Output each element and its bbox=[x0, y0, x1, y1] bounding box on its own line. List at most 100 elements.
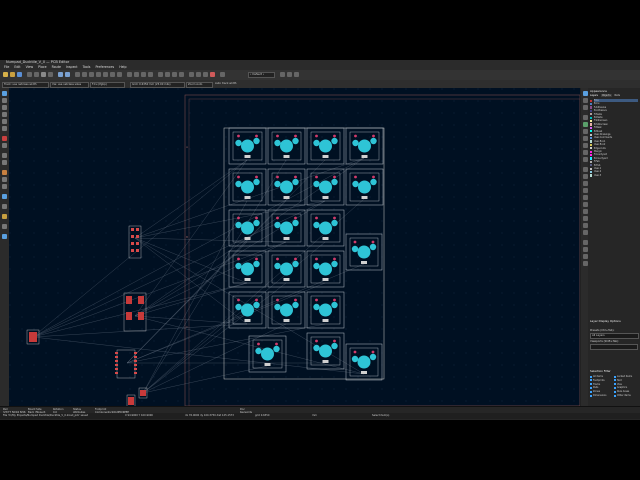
group-icon[interactable] bbox=[158, 72, 163, 77]
checkbox[interactable] bbox=[614, 386, 616, 389]
cursor-shape-icon[interactable] bbox=[2, 126, 7, 131]
track-display-icon[interactable] bbox=[2, 184, 7, 189]
selection-filter-item[interactable]: Graphics bbox=[614, 386, 627, 389]
ungroup-icon[interactable] bbox=[165, 72, 170, 77]
add-image-icon[interactable] bbox=[582, 202, 588, 207]
checkbox[interactable] bbox=[614, 379, 616, 382]
add-footprint-icon[interactable] bbox=[582, 115, 588, 120]
presets-select[interactable]: All Layers bbox=[590, 333, 639, 339]
via-display-icon[interactable] bbox=[2, 177, 7, 182]
selection-filter-item[interactable]: Dimensions bbox=[590, 394, 606, 397]
local-ratsnest-icon[interactable] bbox=[582, 105, 588, 110]
selection-filter-item[interactable]: Rule Areas bbox=[614, 390, 629, 393]
selection-filter-item[interactable]: Vias bbox=[614, 383, 622, 386]
rotate-ccw-icon[interactable] bbox=[127, 72, 132, 77]
find-icon[interactable] bbox=[75, 72, 80, 77]
auto-track-width-toggle[interactable]: Auto track width bbox=[214, 82, 245, 87]
checkbox[interactable] bbox=[590, 390, 592, 393]
layer-color-swatch[interactable] bbox=[590, 153, 593, 157]
menu-help[interactable]: Help bbox=[119, 65, 126, 69]
zone-fill-icon[interactable] bbox=[2, 153, 7, 158]
zoom-fit-icon[interactable] bbox=[103, 72, 108, 77]
selection-filter-item[interactable]: Footprints bbox=[590, 379, 605, 382]
search-panel-icon[interactable] bbox=[2, 234, 7, 239]
highlight-net-icon[interactable] bbox=[582, 98, 588, 103]
units-inch-icon[interactable] bbox=[2, 112, 7, 117]
layer-display-title[interactable]: Layer Display Options bbox=[590, 319, 621, 323]
tab-layers[interactable]: Layers bbox=[590, 94, 598, 97]
layer-color-swatch[interactable] bbox=[590, 126, 593, 129]
add-dimension-icon[interactable] bbox=[582, 230, 588, 235]
scripting-icon[interactable] bbox=[287, 72, 292, 77]
footprint-browser-icon[interactable] bbox=[196, 72, 201, 77]
layers-manager-icon[interactable] bbox=[2, 224, 7, 229]
menu-edit[interactable]: Edit bbox=[14, 65, 20, 69]
properties-panel-icon[interactable] bbox=[2, 214, 7, 219]
menu-route[interactable]: Route bbox=[52, 65, 61, 69]
plugin-icon[interactable] bbox=[294, 72, 299, 77]
layer-color-swatch[interactable] bbox=[590, 102, 593, 106]
measure-tool-icon[interactable] bbox=[582, 261, 588, 266]
zoom-out-icon[interactable] bbox=[96, 72, 101, 77]
draw-rectangle-icon[interactable] bbox=[582, 181, 588, 186]
layer-color-swatch[interactable] bbox=[590, 167, 593, 170]
undo-icon[interactable] bbox=[58, 72, 63, 77]
open-board-icon[interactable] bbox=[10, 72, 15, 77]
menu-file[interactable]: File bbox=[4, 65, 9, 69]
draw-arc-icon[interactable] bbox=[582, 174, 588, 179]
layer-color-swatch[interactable] bbox=[590, 160, 593, 163]
net-inspector-icon[interactable] bbox=[2, 204, 7, 209]
layer-color-swatch[interactable] bbox=[590, 147, 593, 150]
zoom-selection-icon[interactable] bbox=[117, 72, 122, 77]
layer-color-swatch[interactable] bbox=[590, 164, 593, 167]
3d-viewer-icon[interactable] bbox=[220, 72, 225, 77]
draw-line-icon[interactable] bbox=[582, 167, 588, 172]
checkbox[interactable] bbox=[614, 390, 616, 393]
menu-preferences[interactable]: Preferences bbox=[95, 65, 114, 69]
checkbox[interactable] bbox=[590, 394, 592, 397]
unlock-icon[interactable] bbox=[179, 72, 184, 77]
selection-filter-item[interactable]: All items bbox=[590, 375, 603, 378]
new-board-icon[interactable] bbox=[3, 72, 8, 77]
polar-coords-icon[interactable] bbox=[2, 105, 7, 110]
tab-nets[interactable]: Nets bbox=[615, 94, 620, 97]
add-text-icon[interactable] bbox=[582, 209, 588, 214]
ratsnest-icon[interactable] bbox=[2, 136, 7, 141]
layer-color-swatch[interactable] bbox=[590, 140, 593, 143]
add-textbox-icon[interactable] bbox=[582, 216, 588, 221]
layer-color-swatch[interactable] bbox=[590, 133, 593, 136]
plot-icon[interactable] bbox=[48, 72, 53, 77]
update-from-schematic-icon[interactable] bbox=[203, 72, 208, 77]
checkbox[interactable] bbox=[590, 383, 592, 386]
grid-origin-icon[interactable] bbox=[582, 254, 588, 259]
route-track-icon[interactable] bbox=[582, 122, 588, 127]
layer-color-swatch[interactable] bbox=[590, 174, 593, 177]
layer-color-swatch[interactable] bbox=[590, 106, 593, 109]
tune-length-icon[interactable] bbox=[582, 136, 588, 141]
add-via-icon[interactable] bbox=[582, 143, 588, 148]
checkbox[interactable] bbox=[614, 394, 616, 397]
board-setup-icon[interactable] bbox=[27, 72, 32, 77]
selection-filter-item[interactable]: Other items bbox=[614, 394, 631, 397]
menu-view[interactable]: View bbox=[26, 65, 34, 69]
layer-color-swatch[interactable] bbox=[590, 136, 593, 140]
zoom-in-icon[interactable] bbox=[89, 72, 94, 77]
print-icon[interactable] bbox=[41, 72, 46, 77]
drc-icon[interactable] bbox=[210, 72, 215, 77]
refresh-icon[interactable] bbox=[82, 72, 87, 77]
checkbox[interactable] bbox=[590, 386, 592, 389]
zoom-objects-icon[interactable] bbox=[110, 72, 115, 77]
checkbox[interactable] bbox=[590, 375, 592, 378]
selection-filter-item[interactable]: Zones bbox=[590, 390, 600, 393]
checkbox[interactable] bbox=[614, 383, 616, 386]
layer-row[interactable]: User.3 bbox=[590, 174, 638, 177]
draw-circle-icon[interactable] bbox=[582, 188, 588, 193]
layer-color-swatch[interactable] bbox=[590, 119, 593, 123]
redo-icon[interactable] bbox=[65, 72, 70, 77]
selection-filter-item[interactable]: Locked items bbox=[614, 375, 632, 378]
grid-toggle-icon[interactable] bbox=[2, 98, 7, 103]
selection-filter-item[interactable]: Tracks bbox=[590, 383, 600, 386]
layer-color-swatch[interactable] bbox=[590, 143, 593, 146]
layer-color-swatch[interactable] bbox=[590, 157, 593, 160]
add-zone-icon[interactable] bbox=[582, 150, 588, 155]
